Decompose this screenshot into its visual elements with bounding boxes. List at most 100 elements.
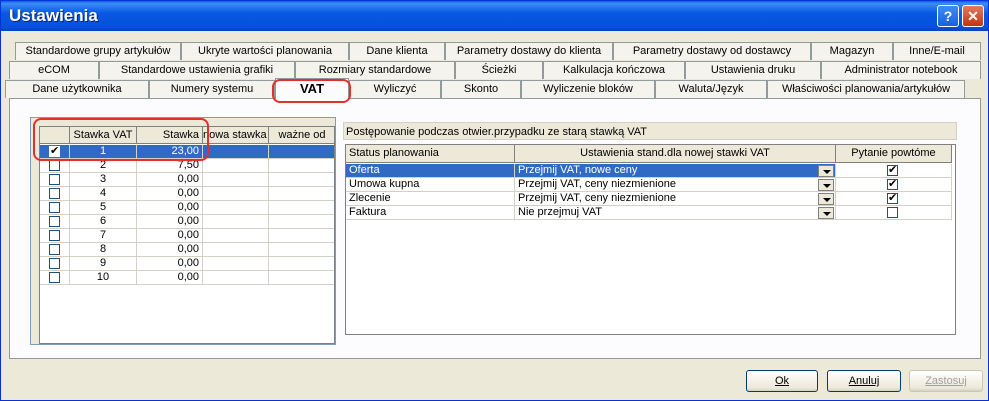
vat-row[interactable]: 123,00 <box>40 144 334 159</box>
vat-row-valid-from[interactable] <box>269 201 334 215</box>
chevron-down-icon[interactable] <box>818 179 834 191</box>
proc-row-ask-checkbox[interactable] <box>887 191 898 204</box>
tab-ecom[interactable]: eCOM <box>9 61 99 79</box>
tab-user-data[interactable]: Dane użytkownika <box>5 80 149 98</box>
vat-row-valid-from[interactable] <box>269 159 334 173</box>
vat-row-checkbox[interactable] <box>49 258 60 269</box>
vat-row-new-rate[interactable] <box>203 229 269 243</box>
vat-row-rate[interactable]: 23,00 <box>137 145 203 159</box>
tab-warehouse[interactable]: Magazyn <box>811 42 893 60</box>
vat-row-valid-from[interactable] <box>269 257 334 271</box>
vat-row-valid-from[interactable] <box>269 243 334 257</box>
vat-row-check-cell[interactable] <box>40 271 70 285</box>
vat-row-rate[interactable]: 0,00 <box>137 271 203 285</box>
tab-standard-groups[interactable]: Standardowe grupy artykułów <box>15 42 181 60</box>
vat-row-valid-from[interactable] <box>269 271 334 285</box>
vat-row[interactable]: 4 0,00 <box>40 187 334 201</box>
vat-row[interactable]: 7 0,00 <box>40 229 334 243</box>
tab-other-email[interactable]: Inne/E-mail <box>893 42 981 60</box>
vat-col-header-new-rate[interactable]: nowa stawka <box>203 127 269 144</box>
vat-row-new-rate[interactable] <box>203 173 269 187</box>
proc-col-header-ask[interactable]: Pytanie powtóme <box>836 145 952 163</box>
vat-row-check-cell[interactable] <box>40 187 70 201</box>
vat-row-checkbox[interactable] <box>49 188 60 199</box>
vat-row-checkbox[interactable] <box>49 144 60 157</box>
proc-row-ask-cell[interactable] <box>836 177 952 192</box>
vat-row-rate[interactable]: 0,00 <box>137 187 203 201</box>
vat-row[interactable]: 6 0,00 <box>40 215 334 229</box>
tab-vat[interactable]: VAT <box>275 78 349 99</box>
chevron-down-icon[interactable] <box>818 207 834 219</box>
vat-col-header-valid-from[interactable]: ważne od <box>269 127 334 144</box>
vat-col-header-check[interactable] <box>40 127 70 144</box>
apply-button[interactable]: Zastosuj <box>909 370 983 392</box>
proc-row-ask-cell[interactable] <box>836 191 952 206</box>
tab-system-numbers[interactable]: Numery systemu <box>149 80 275 98</box>
tab-planning-properties[interactable]: Właściwości planowania/artykułów <box>767 80 965 98</box>
vat-row[interactable]: 8 0,00 <box>40 243 334 257</box>
vat-row-check-cell[interactable] <box>40 257 70 271</box>
proc-row-ask-checkbox[interactable] <box>887 207 898 218</box>
tab-delivery-from-supplier[interactable]: Parametry dostawy od dostawcy <box>613 42 811 60</box>
vat-row-new-rate[interactable] <box>203 187 269 201</box>
vat-row-check-cell[interactable] <box>40 215 70 229</box>
vat-row-checkbox[interactable] <box>49 174 60 185</box>
proc-col-header-setting[interactable]: Ustawienia stand.dla nowej stawki VAT <box>515 145 836 163</box>
vat-row-rate[interactable]: 0,00 <box>137 173 203 187</box>
procedure-row[interactable]: Zlecenie Przejmij VAT, ceny niezmienione <box>346 191 952 206</box>
vat-row-valid-from[interactable] <box>269 229 334 243</box>
tab-paths[interactable]: Ścieżki <box>455 61 543 79</box>
tab-hidden-planning-values[interactable]: Ukryte wartości planowania <box>181 42 349 60</box>
vat-row-check-cell[interactable] <box>40 229 70 243</box>
vat-row[interactable]: 3 0,00 <box>40 173 334 187</box>
vat-col-header-nr[interactable]: Stawka VAT <box>70 127 137 144</box>
chevron-down-icon[interactable] <box>818 165 834 177</box>
vat-row-rate[interactable]: 0,00 <box>137 257 203 271</box>
chevron-down-icon[interactable] <box>818 193 834 205</box>
tab-delivery-to-client[interactable]: Parametry dostawy do klienta <box>445 42 613 60</box>
tab-calculate[interactable]: Wyliczyć <box>349 80 441 98</box>
tab-standard-sizes[interactable]: Rozmiary standardowe <box>295 61 455 79</box>
vat-row-new-rate[interactable] <box>203 243 269 257</box>
tab-notebook-admin[interactable]: Administrator notebook <box>821 61 981 79</box>
vat-row-checkbox[interactable] <box>49 160 60 171</box>
tab-graphics-settings[interactable]: Standardowe ustawienia grafiki <box>99 61 295 79</box>
proc-row-ask-cell[interactable] <box>836 206 952 220</box>
help-button[interactable]: ? <box>937 5 959 27</box>
vat-row-valid-from[interactable] <box>269 173 334 187</box>
vat-row[interactable]: 9 0,00 <box>40 257 334 271</box>
title-bar[interactable]: Ustawienia ? ✕ <box>1 1 988 31</box>
vat-row-checkbox[interactable] <box>49 272 60 283</box>
proc-row-setting-select[interactable]: Przejmij VAT, nowe ceny <box>515 164 836 178</box>
procedure-row[interactable]: Oferta Przejmij VAT, nowe ceny <box>346 163 952 178</box>
vat-row-check-cell[interactable] <box>40 201 70 215</box>
vat-row-check-cell[interactable] <box>40 144 70 159</box>
tab-client-data[interactable]: Dane klienta <box>349 42 445 60</box>
vat-row-valid-from[interactable] <box>269 187 334 201</box>
vat-row-check-cell[interactable] <box>40 159 70 173</box>
vat-row-valid-from[interactable] <box>269 145 334 159</box>
vat-col-header-rate[interactable]: Stawka <box>137 127 203 144</box>
vat-row-check-cell[interactable] <box>40 243 70 257</box>
proc-row-setting-select[interactable]: Nie przejmuj VAT <box>515 206 836 220</box>
vat-row-new-rate[interactable] <box>203 159 269 173</box>
vat-row-rate[interactable]: 7,50 <box>137 159 203 173</box>
vat-row-checkbox[interactable] <box>49 202 60 213</box>
tab-currency-language[interactable]: Waluta/Język <box>655 80 767 98</box>
proc-col-header-status[interactable]: Status planowania <box>346 145 515 163</box>
vat-row-new-rate[interactable] <box>203 145 269 159</box>
proc-row-ask-cell[interactable] <box>836 163 952 178</box>
cancel-button[interactable]: Anuluj <box>827 370 901 392</box>
procedure-table[interactable]: Status planowania Ustawienia stand.dla n… <box>345 144 956 335</box>
tab-block-calculation[interactable]: Wyliczenie bloków <box>521 80 655 98</box>
vat-row-rate[interactable]: 0,00 <box>137 215 203 229</box>
vat-row[interactable]: 10 0,00 <box>40 271 334 285</box>
tab-discount[interactable]: Skonto <box>441 80 521 98</box>
tab-print-settings[interactable]: Ustawienia druku <box>685 61 821 79</box>
vat-row-rate[interactable]: 0,00 <box>137 243 203 257</box>
proc-row-ask-checkbox[interactable] <box>887 177 898 190</box>
vat-row-new-rate[interactable] <box>203 201 269 215</box>
vat-row-rate[interactable]: 0,00 <box>137 201 203 215</box>
vat-table[interactable]: Stawka VAT Stawka nowa stawka ważne od 1… <box>39 126 335 344</box>
vat-row[interactable]: 2 7,50 <box>40 159 334 173</box>
